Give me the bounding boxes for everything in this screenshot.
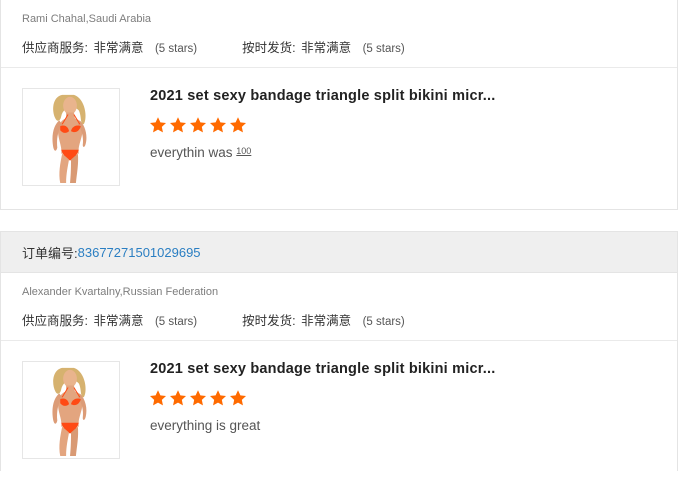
- product-title[interactable]: 2021 set sexy bandage triangle split bik…: [150, 88, 495, 104]
- star-icon: [149, 116, 167, 134]
- product-thumbnail[interactable]: [22, 88, 120, 186]
- star-icon: [209, 389, 227, 407]
- order-number-label: 订单编号:: [22, 245, 78, 261]
- star-icon: [189, 116, 207, 134]
- buyer-name: Rami Chahal,Saudi Arabia: [22, 13, 152, 25]
- supplier-service-label: 供应商服务:: [22, 314, 88, 328]
- review-text: everythin was 100: [150, 145, 251, 160]
- review-card: 订单编号: 83677271501029695 Alexander Kvarta…: [0, 231, 678, 471]
- shipping-stars: (5 stars): [362, 316, 405, 328]
- supplier-service-value: 非常满意: [93, 314, 144, 328]
- review-text: everything is great: [150, 418, 261, 433]
- star-icon: [169, 116, 187, 134]
- product-thumbnail[interactable]: [22, 361, 120, 459]
- order-bar: 订单编号: 83677271501029695: [1, 232, 677, 273]
- shipping-stars: (5 stars): [362, 43, 405, 55]
- product-review: 2021 set sexy bandage triangle split bik…: [1, 68, 677, 208]
- star-icon: [229, 389, 247, 407]
- star-icon: [209, 116, 227, 134]
- shipping-label: 按时发货:: [242, 41, 296, 55]
- buyer-name: Alexander Kvartalny,Russian Federation: [22, 286, 219, 298]
- shipping-label: 按时发货:: [242, 314, 296, 328]
- star-rating: [149, 116, 247, 134]
- supplier-service-stars: (5 stars): [154, 316, 198, 328]
- ratings-row: 供应商服务: 非常满意 (5 stars) 按时发货: 非常满意 (5 star…: [22, 310, 405, 329]
- review-emoji-text: 100: [236, 146, 252, 156]
- product-title[interactable]: 2021 set sexy bandage triangle split bik…: [150, 361, 495, 377]
- star-icon: [169, 389, 187, 407]
- shipping-value: 非常满意: [301, 314, 352, 328]
- buyer-info: Alexander Kvartalny,Russian Federation 供…: [1, 273, 677, 341]
- shipping-value: 非常满意: [301, 41, 352, 55]
- star-icon: [189, 389, 207, 407]
- buyer-info: Rami Chahal,Saudi Arabia 供应商服务: 非常满意 (5 …: [1, 0, 677, 68]
- supplier-service-value: 非常满意: [93, 41, 144, 55]
- review-body: everythin was: [150, 145, 237, 160]
- star-icon: [229, 116, 247, 134]
- ratings-row: 供应商服务: 非常满意 (5 stars) 按时发货: 非常满意 (5 star…: [22, 37, 405, 56]
- order-number-link[interactable]: 83677271501029695: [78, 245, 201, 260]
- supplier-service-stars: (5 stars): [154, 43, 198, 55]
- star-icon: [149, 389, 167, 407]
- supplier-service-label: 供应商服务:: [22, 41, 88, 55]
- review-card: Rami Chahal,Saudi Arabia 供应商服务: 非常满意 (5 …: [0, 0, 678, 210]
- product-review: 2021 set sexy bandage triangle split bik…: [1, 341, 677, 481]
- star-rating: [149, 389, 247, 407]
